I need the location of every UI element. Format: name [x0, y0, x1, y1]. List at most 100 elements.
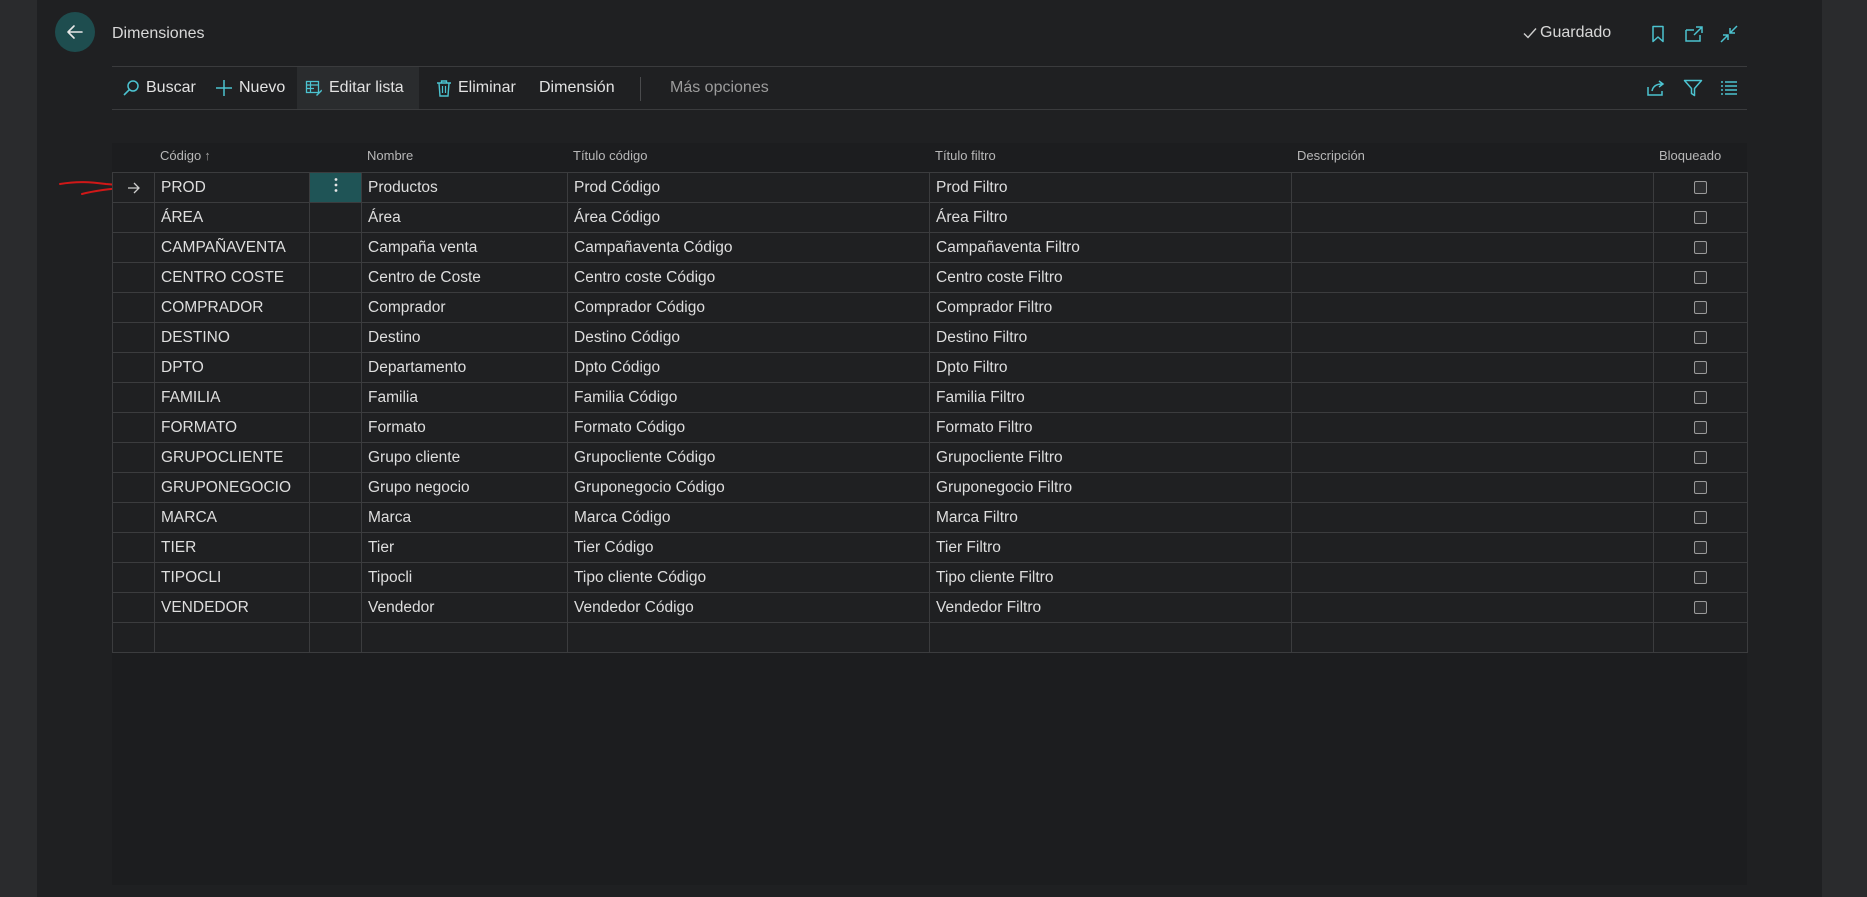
bookmark-button[interactable]: [1646, 22, 1670, 46]
cell-code-caption[interactable]: Tier Código: [567, 532, 930, 563]
cell-name[interactable]: Productos: [361, 172, 568, 203]
cell-description[interactable]: [1291, 262, 1654, 293]
cell-code[interactable]: MARCA: [154, 502, 310, 533]
cell-description[interactable]: [1291, 412, 1654, 443]
row-actions-cell[interactable]: [309, 472, 362, 503]
table-row-new[interactable]: [112, 622, 1748, 653]
blocked-checkbox[interactable]: [1694, 600, 1707, 614]
cell-name[interactable]: Tipocli: [361, 562, 568, 593]
delete-button[interactable]: Eliminar: [428, 67, 524, 109]
cell-filter-caption[interactable]: Familia Filtro: [929, 382, 1292, 413]
row-actions-cell[interactable]: [309, 232, 362, 263]
row-selector[interactable]: [112, 292, 155, 323]
cell-description[interactable]: [1291, 232, 1654, 263]
blocked-checkbox[interactable]: [1694, 240, 1707, 254]
cell-filter-caption[interactable]: Prod Filtro: [929, 172, 1292, 203]
cell-code-caption[interactable]: Familia Código: [567, 382, 930, 413]
row-actions-cell[interactable]: [309, 622, 362, 653]
cell-description[interactable]: [1291, 292, 1654, 323]
blocked-checkbox[interactable]: [1694, 180, 1707, 194]
row-selector[interactable]: [112, 502, 155, 533]
row-selector[interactable]: [112, 202, 155, 233]
table-row[interactable]: DESTINO Destino Destino Código Destino Filt…: [112, 322, 1748, 353]
cell-filter-caption[interactable]: Grupocliente Filtro: [929, 442, 1292, 473]
cell-code-caption[interactable]: Gruponegocio Código: [567, 472, 930, 503]
cell-filter-caption[interactable]: [929, 622, 1292, 653]
cell-code-caption[interactable]: Vendedor Código: [567, 592, 930, 623]
table-row[interactable]: DPTO Departamento Dpto Código Dpto Filtro: [112, 352, 1748, 383]
blocked-checkbox[interactable]: [1694, 360, 1707, 374]
row-selector[interactable]: [112, 442, 155, 473]
cell-code-caption[interactable]: Centro coste Código: [567, 262, 930, 293]
cell-filter-caption[interactable]: Campañaventa Filtro: [929, 232, 1292, 263]
cell-description[interactable]: [1291, 202, 1654, 233]
cell-name[interactable]: Grupo negocio: [361, 472, 568, 503]
row-actions-cell[interactable]: [309, 262, 362, 293]
search-button[interactable]: Buscar: [114, 67, 204, 109]
cell-name[interactable]: Formato: [361, 412, 568, 443]
row-selector[interactable]: [112, 352, 155, 383]
row-actions-cell[interactable]: [309, 412, 362, 443]
cell-code[interactable]: CAMPAÑAVENTA: [154, 232, 310, 263]
cell-filter-caption[interactable]: Comprador Filtro: [929, 292, 1292, 323]
table-row[interactable]: TIER Tier Tier Código Tier Filtro: [112, 532, 1748, 563]
filter-button[interactable]: [1681, 76, 1705, 100]
cell-code-caption[interactable]: Área Código: [567, 202, 930, 233]
share-button[interactable]: [1644, 76, 1668, 100]
row-selector[interactable]: [112, 532, 155, 563]
cell-code-caption[interactable]: Destino Código: [567, 322, 930, 353]
cell-name[interactable]: Grupo cliente: [361, 442, 568, 473]
table-row[interactable]: CENTRO COSTE Centro de Coste Centro coste …: [112, 262, 1748, 293]
back-button[interactable]: [55, 12, 95, 52]
cell-description[interactable]: [1291, 592, 1654, 623]
more-options-button[interactable]: Más opciones: [662, 67, 777, 109]
blocked-checkbox[interactable]: [1694, 480, 1707, 494]
edit-list-button[interactable]: Editar lista: [297, 67, 419, 109]
cell-code-caption[interactable]: Dpto Código: [567, 352, 930, 383]
cell-code-caption[interactable]: Comprador Código: [567, 292, 930, 323]
cell-code[interactable]: CENTRO COSTE: [154, 262, 310, 293]
cell-name[interactable]: Familia: [361, 382, 568, 413]
blocked-checkbox[interactable]: [1694, 390, 1707, 404]
cell-code[interactable]: TIER: [154, 532, 310, 563]
cell-code[interactable]: COMPRADOR: [154, 292, 310, 323]
row-actions-cell[interactable]: [309, 352, 362, 383]
cell-code[interactable]: FAMILIA: [154, 382, 310, 413]
cell-code-caption[interactable]: Formato Código: [567, 412, 930, 443]
cell-name[interactable]: Departamento: [361, 352, 568, 383]
dimension-menu-button[interactable]: Dimensión: [531, 67, 623, 109]
blocked-checkbox[interactable]: [1694, 450, 1707, 464]
cell-name[interactable]: Destino: [361, 322, 568, 353]
row-selector[interactable]: [112, 562, 155, 593]
cell-filter-caption[interactable]: Tier Filtro: [929, 532, 1292, 563]
cell-code[interactable]: PROD: [154, 172, 310, 203]
table-row[interactable]: COMPRADOR Comprador Comprador Código Compra…: [112, 292, 1748, 323]
cell-filter-caption[interactable]: Área Filtro: [929, 202, 1292, 233]
cell-name[interactable]: Área: [361, 202, 568, 233]
table-row[interactable]: ÁREA Área Área Código Área Filtro: [112, 202, 1748, 233]
cell-name[interactable]: Campaña venta: [361, 232, 568, 263]
table-row[interactable]: FAMILIA Familia Familia Código Familia Filt…: [112, 382, 1748, 413]
blocked-checkbox[interactable]: [1694, 420, 1707, 434]
row-actions-cell[interactable]: [309, 532, 362, 563]
list-view-button[interactable]: [1717, 76, 1741, 100]
cell-code[interactable]: TIPOCLI: [154, 562, 310, 593]
cell-code[interactable]: FORMATO: [154, 412, 310, 443]
cell-filter-caption[interactable]: Dpto Filtro: [929, 352, 1292, 383]
cell-description[interactable]: [1291, 502, 1654, 533]
blocked-checkbox[interactable]: [1694, 510, 1707, 524]
cell-filter-caption[interactable]: Centro coste Filtro: [929, 262, 1292, 293]
cell-code[interactable]: DESTINO: [154, 322, 310, 353]
column-header-code-caption[interactable]: Título código: [573, 148, 647, 163]
cell-description[interactable]: [1291, 382, 1654, 413]
cell-name[interactable]: Comprador: [361, 292, 568, 323]
row-selector[interactable]: [112, 382, 155, 413]
cell-name[interactable]: Marca: [361, 502, 568, 533]
column-header-name[interactable]: Nombre: [367, 148, 413, 163]
table-row[interactable]: CAMPAÑAVENTA Campaña venta Campañaventa Có…: [112, 232, 1748, 263]
open-new-window-button[interactable]: [1682, 22, 1706, 46]
row-selector[interactable]: [112, 172, 155, 203]
cell-code[interactable]: VENDEDOR: [154, 592, 310, 623]
cell-filter-caption[interactable]: Gruponegocio Filtro: [929, 472, 1292, 503]
row-actions-cell[interactable]: [309, 502, 362, 533]
